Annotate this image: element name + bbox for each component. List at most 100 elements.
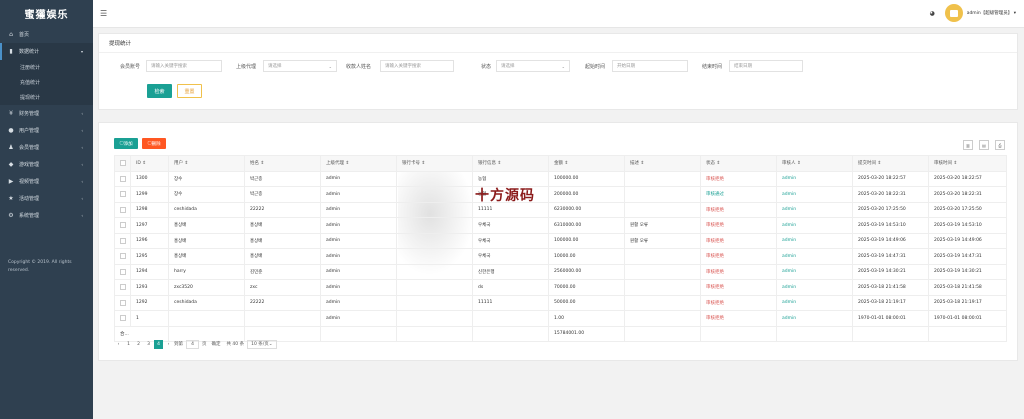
row-checkbox-cell[interactable] (114, 201, 131, 218)
sidebar-item-games[interactable]: ◆ 游戏管理 ‹ (0, 156, 93, 173)
column-header[interactable]: 状态 ⇕ (700, 155, 777, 172)
row-checkbox-cell[interactable] (114, 232, 131, 249)
status-select[interactable]: 请选择 ⌄ (496, 60, 570, 72)
page-button[interactable]: 2 (134, 340, 143, 349)
cell-review-time: 2025-03-18 21:19:17 (928, 294, 1007, 311)
column-header[interactable]: 审核人 ⇕ (776, 155, 853, 172)
cell-review-time: 2025-03-20 17:25:50 (928, 201, 1007, 218)
sidebar-item-members[interactable]: ♟ 会员管理 ‹ (0, 139, 93, 156)
payee-search-input[interactable]: 请输入关键字搜索 (380, 60, 454, 72)
table-row[interactable]: 1294 harry 김민준 admin 신한은행 2560000.00 审核拒绝 admin… (114, 263, 1007, 280)
columns-filter-icon[interactable]: ▥ (963, 140, 973, 150)
row-checkbox-cell[interactable] (114, 248, 131, 265)
checkbox[interactable] (120, 268, 126, 275)
column-header[interactable]: 描述 ⇕ (624, 155, 701, 172)
sidebar-item-users[interactable]: ● 用户管理 ‹ (0, 122, 93, 139)
page-size-select[interactable]: 10 条/页 ⌄ (247, 339, 277, 349)
column-header[interactable]: 姓名 ⇕ (244, 155, 321, 172)
row-checkbox-cell[interactable] (114, 279, 131, 296)
sidebar-item-system[interactable]: ⚙ 系统管理 ‹ (0, 207, 93, 224)
confirm-button[interactable]: 确定 (210, 340, 223, 349)
add-button[interactable]: ▢ 添加 (114, 138, 138, 149)
end-date-input[interactable]: 结束日期 (729, 60, 803, 72)
row-checkbox-cell[interactable] (114, 217, 131, 234)
user-menu[interactable]: admin【超级管理员】 ▾ (967, 10, 1016, 16)
start-date-input[interactable]: 开始日期 (612, 60, 688, 72)
column-header[interactable]: 提交时间 ⇕ (852, 155, 929, 172)
checkbox[interactable] (120, 175, 126, 182)
column-header[interactable]: 审核时间 ⇕ (928, 155, 1007, 172)
prev-page-icon[interactable]: ‹ (114, 340, 123, 349)
sidebar-subitem-register-stats[interactable]: 注册统计 (0, 60, 93, 75)
goto-page-input[interactable]: 4 (186, 339, 199, 349)
sidebar-item-videos[interactable]: ▶ 视频管理 ‹ (0, 173, 93, 190)
sidebar: 蜜獾娱乐 ⌂ 首页 ▮ 数据统计 ▾ 注册统计 充值统计 提现统计 ¥ 财务管理 ‹ ● 用… (0, 0, 93, 419)
print-icon[interactable]: ⎙ (995, 140, 1005, 150)
table-row[interactable]: 1292 ceshidada 22222 admin 11111 50000.00 审核拒绝… (114, 294, 1007, 311)
sidebar-item-finance[interactable]: ¥ 财务管理 ‹ (0, 105, 93, 122)
checkbox[interactable] (120, 191, 126, 197)
table-row[interactable]: 1295 홍상배 홍상배 admin 우체국 10000.00 审核拒绝 admin 2025-… (114, 248, 1007, 265)
table-row[interactable]: 1298 ceshidada 22222 admin 11111 6230000.00 审核… (114, 201, 1007, 218)
row-checkbox-cell[interactable] (114, 294, 131, 311)
agent-placeholder: 请选择 (268, 64, 282, 69)
column-header[interactable]: 银行卡号 ⇕ (396, 155, 473, 172)
column-header[interactable]: 用户 ⇕ (168, 155, 245, 172)
export-icon[interactable]: ▤ (979, 140, 989, 150)
member-search-input[interactable]: 请输入关键字搜索 (146, 60, 222, 72)
cell-reviewer: admin (776, 217, 853, 234)
cell-card (396, 232, 473, 249)
table-row[interactable]: 1293 zxc3520 zxc admin ds 70000.00 审核拒绝 admin 20… (114, 279, 1007, 296)
cell-amount: 50000.00 (548, 294, 625, 311)
cell-id: 1299 (130, 186, 169, 203)
delete-button[interactable]: ▢ 删除 (142, 138, 166, 149)
checkbox[interactable] (120, 315, 126, 321)
avatar[interactable] (944, 4, 963, 22)
cell-agent: admin (320, 232, 397, 249)
cell-submit-time: 2025-03-20 17:25:50 (852, 201, 929, 218)
sidebar-item-home[interactable]: ⌂ 首页 (0, 26, 93, 43)
cell-desc (624, 186, 701, 203)
column-header[interactable]: 银行信息 ⇕ (472, 155, 549, 172)
checkbox[interactable] (120, 206, 126, 213)
agent-select[interactable]: 请选择 ⌄ (263, 60, 337, 72)
checkbox[interactable] (120, 237, 126, 244)
app-logo: 蜜獾娱乐 (24, 9, 69, 21)
sidebar-subitem-withdraw-stats[interactable]: 提现统计 (0, 90, 93, 105)
column-header[interactable]: 上级代理 ⇕ (320, 155, 397, 172)
status-placeholder: 请选择 (501, 64, 515, 69)
payee-label: 收款人姓名 (346, 64, 372, 70)
select-all-checkbox[interactable] (114, 155, 131, 172)
checkbox[interactable] (120, 299, 126, 306)
cell-desc (624, 310, 701, 327)
checkbox[interactable] (120, 284, 126, 290)
table-row[interactable]: 1297 홍상배 홍상배 admin 우체국 6310000.00 원활 오류 审核拒绝 adm… (114, 217, 1007, 234)
page-button[interactable]: 3 (144, 340, 153, 349)
page-button-current[interactable]: 4 (154, 339, 163, 349)
row-checkbox-cell[interactable] (114, 170, 131, 187)
table-row[interactable]: 1299 장수 박근종 admin 농협 200000.00 审核通过 admin 2025-0… (114, 186, 1007, 203)
table-row[interactable]: 1 admin 1.00 审核拒绝 admin 1970-01-01 08:00:01 19… (114, 310, 1007, 327)
sidebar-item-label: 会员管理 (19, 145, 40, 151)
table-row[interactable]: 1300 장수 박근종 admin 농협 100000.00 审核拒绝 admin 2025-0… (114, 170, 1007, 187)
palette-icon[interactable]: ◕ (929, 10, 934, 17)
checkbox[interactable] (120, 160, 126, 166)
table-row[interactable]: 1296 홍상배 홍상배 admin 우체국 100000.00 원활 오류 审核拒绝 admi… (114, 232, 1007, 249)
search-button[interactable]: 检索 (147, 84, 172, 98)
checkbox[interactable] (120, 253, 126, 259)
column-header[interactable]: ID ⇕ (130, 155, 169, 172)
menu-toggle-icon[interactable]: ☰ (100, 9, 107, 18)
sidebar-item-statistics[interactable]: ▮ 数据统计 ▾ (0, 43, 93, 60)
row-checkbox-cell[interactable] (114, 263, 131, 280)
reset-button[interactable]: 重置 (177, 84, 202, 98)
sidebar-subitem-deposit-stats[interactable]: 充值统计 (0, 75, 93, 90)
cell-agent: admin (320, 263, 397, 280)
start-time-label: 起始时间 (585, 64, 606, 70)
page-button[interactable]: 1 (124, 340, 133, 349)
row-checkbox-cell[interactable] (114, 186, 131, 203)
column-header[interactable]: 金额 ⇕ (548, 155, 625, 172)
row-checkbox-cell[interactable] (114, 310, 131, 327)
next-page-icon[interactable]: › (164, 340, 173, 349)
checkbox[interactable] (120, 222, 126, 228)
sidebar-item-events[interactable]: ★ 活动管理 ‹ (0, 190, 93, 207)
